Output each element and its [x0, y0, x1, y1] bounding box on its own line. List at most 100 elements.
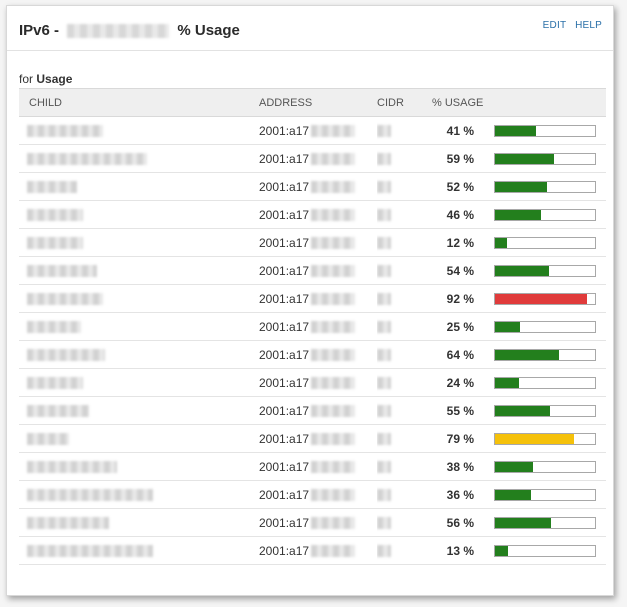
- address-text: 2001:a17: [259, 403, 310, 418]
- column-header-child[interactable]: CHILD: [19, 88, 259, 117]
- redacted-child-name: [27, 517, 109, 530]
- usage-bar-fill: [495, 350, 559, 361]
- for-label: for Usage: [19, 72, 72, 86]
- table-row[interactable]: 2001:a17 24 %: [19, 368, 606, 397]
- table-row[interactable]: 2001:a17 79 %: [19, 424, 606, 453]
- redacted-cidr: [377, 125, 391, 138]
- address-text: 2001:a17: [259, 263, 310, 278]
- usage-bar-cell: [492, 396, 606, 425]
- title-suffix: % Usage: [177, 22, 240, 39]
- address-text: 2001:a17: [259, 487, 310, 502]
- table-row[interactable]: 2001:a17 12 %: [19, 228, 606, 257]
- usage-bar-cell: [492, 200, 606, 229]
- child-cell[interactable]: [19, 368, 259, 397]
- address-text: 2001:a17: [259, 459, 310, 474]
- usage-bar-fill: [495, 266, 549, 277]
- child-cell[interactable]: [19, 508, 259, 537]
- column-header-usage[interactable]: % USAGE: [432, 88, 492, 117]
- cidr-cell: [377, 312, 432, 341]
- child-cell[interactable]: [19, 312, 259, 341]
- redacted-child-name: [27, 265, 97, 278]
- cidr-cell: [377, 480, 432, 509]
- table-row[interactable]: 2001:a17 64 %: [19, 340, 606, 369]
- child-cell[interactable]: [19, 116, 259, 145]
- redacted-cidr: [377, 181, 391, 194]
- address-cell: 2001:a17: [259, 424, 377, 453]
- child-cell[interactable]: [19, 200, 259, 229]
- usage-percent: 46 %: [432, 200, 492, 229]
- table-row[interactable]: 2001:a17 52 %: [19, 172, 606, 201]
- child-cell[interactable]: [19, 256, 259, 285]
- cidr-cell: [377, 200, 432, 229]
- cidr-cell: [377, 228, 432, 257]
- child-cell[interactable]: [19, 424, 259, 453]
- usage-bar-fill: [495, 126, 536, 137]
- table-row[interactable]: 2001:a17 55 %: [19, 396, 606, 425]
- child-cell[interactable]: [19, 396, 259, 425]
- cidr-cell: [377, 536, 432, 565]
- cidr-cell: [377, 368, 432, 397]
- address-cell: 2001:a17: [259, 368, 377, 397]
- redacted-cidr: [377, 433, 391, 446]
- address-text: 2001:a17: [259, 123, 310, 138]
- table-row[interactable]: 2001:a17 41 %: [19, 116, 606, 145]
- usage-bar-cell: [492, 116, 606, 145]
- usage-bar: [494, 209, 596, 222]
- usage-bar-cell: [492, 144, 606, 173]
- usage-bar: [494, 433, 596, 446]
- redacted-address: [311, 320, 356, 333]
- address-cell: 2001:a17: [259, 256, 377, 285]
- redacted-child-name: [27, 461, 117, 474]
- usage-bar-fill: [495, 238, 507, 249]
- redacted-child-name: [27, 209, 83, 222]
- table-row[interactable]: 2001:a17 56 %: [19, 508, 606, 537]
- child-cell[interactable]: [19, 536, 259, 565]
- usage-percent: 92 %: [432, 284, 492, 313]
- table-row[interactable]: 2001:a17 38 %: [19, 452, 606, 481]
- table-row[interactable]: 2001:a17 25 %: [19, 312, 606, 341]
- usage-bar-cell: [492, 480, 606, 509]
- address-cell: 2001:a17: [259, 228, 377, 257]
- redacted-child-name: [27, 405, 89, 418]
- child-cell[interactable]: [19, 452, 259, 481]
- usage-bar: [494, 517, 596, 530]
- redacted-cidr: [377, 489, 391, 502]
- usage-percent: 25 %: [432, 312, 492, 341]
- child-cell[interactable]: [19, 144, 259, 173]
- table-row[interactable]: 2001:a17 36 %: [19, 480, 606, 509]
- table-row[interactable]: 2001:a17 59 %: [19, 144, 606, 173]
- cidr-cell: [377, 452, 432, 481]
- usage-bar-cell: [492, 452, 606, 481]
- redacted-address: [311, 460, 356, 473]
- usage-bar: [494, 153, 596, 166]
- cidr-cell: [377, 284, 432, 313]
- redacted-child-name: [27, 349, 105, 362]
- redacted-address: [311, 236, 356, 249]
- usage-bar: [494, 405, 596, 418]
- child-cell[interactable]: [19, 480, 259, 509]
- usage-bar-cell: [492, 508, 606, 537]
- address-text: 2001:a17: [259, 515, 310, 530]
- table-row[interactable]: 2001:a17 13 %: [19, 536, 606, 565]
- table-row[interactable]: 2001:a17 92 %: [19, 284, 606, 313]
- child-cell[interactable]: [19, 228, 259, 257]
- child-cell[interactable]: [19, 340, 259, 369]
- usage-percent: 64 %: [432, 340, 492, 369]
- usage-bar-fill: [495, 518, 551, 529]
- column-header-cidr[interactable]: CIDR: [377, 88, 432, 117]
- address-text: 2001:a17: [259, 235, 310, 250]
- address-cell: 2001:a17: [259, 312, 377, 341]
- table-row[interactable]: 2001:a17 54 %: [19, 256, 606, 285]
- redacted-child-name: [27, 181, 77, 194]
- usage-bar: [494, 349, 596, 362]
- column-header-address[interactable]: ADDRESS: [259, 88, 377, 117]
- child-cell[interactable]: [19, 172, 259, 201]
- title-prefix: IPv6 -: [19, 22, 60, 39]
- edit-link[interactable]: EDIT: [543, 20, 566, 31]
- redacted-cidr: [377, 517, 391, 530]
- table-row[interactable]: 2001:a17 46 %: [19, 200, 606, 229]
- child-cell[interactable]: [19, 284, 259, 313]
- help-link[interactable]: HELP: [575, 20, 602, 31]
- redacted-network-name: [67, 24, 170, 39]
- redacted-cidr: [377, 461, 391, 474]
